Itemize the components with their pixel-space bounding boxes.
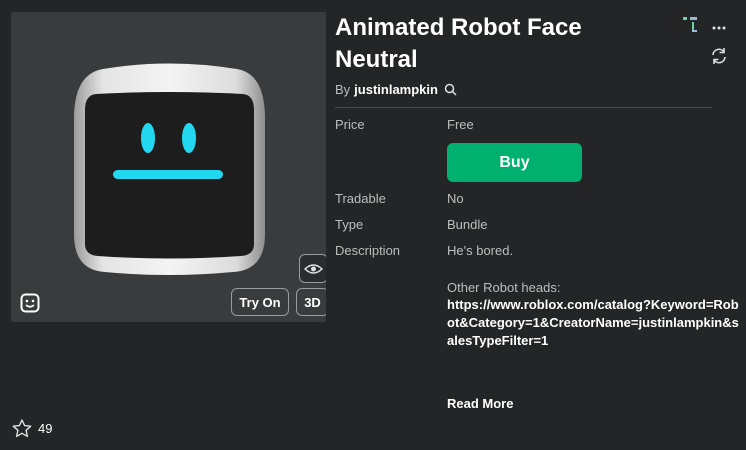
3d-view-button[interactable]: 3D [296, 288, 326, 316]
favorite-button[interactable]: 49 [12, 419, 52, 438]
favorite-count: 49 [38, 421, 53, 436]
type-label: Type [335, 217, 364, 232]
description-link[interactable]: https://www.roblox.com/catalog?Keyword=R… [447, 296, 742, 350]
tradable-value: No [447, 191, 464, 206]
item-title: Animated Robot Face Neutral [335, 14, 582, 73]
item-thumbnail: Try On 3D [11, 12, 326, 322]
by-prefix: By [335, 82, 351, 97]
price-value: Free [447, 117, 474, 132]
try-on-button[interactable]: Try On [231, 288, 289, 316]
description-text: He's bored. [447, 243, 514, 258]
divider [335, 107, 712, 108]
avatar-face-button[interactable] [19, 292, 41, 314]
buy-button[interactable]: Buy [447, 143, 582, 182]
avatar-face-icon [20, 293, 40, 313]
refresh-icon[interactable] [710, 47, 728, 65]
description-label: Description [335, 243, 401, 258]
robot-head-image [73, 63, 266, 275]
more-icon[interactable] [712, 26, 726, 30]
description-other-heads: Other Robot heads: [447, 280, 561, 295]
eye-icon [304, 263, 323, 274]
type-value: Bundle [447, 217, 488, 232]
tree-icon[interactable] [682, 16, 698, 34]
toggle-view-button[interactable] [299, 254, 326, 283]
tradable-label: Tradable [335, 191, 386, 206]
price-label: Price [335, 117, 365, 132]
search-icon[interactable] [444, 83, 457, 96]
read-more-link[interactable]: Read More [447, 396, 513, 411]
star-icon [12, 419, 32, 438]
creator-link[interactable]: justinlampkin [354, 82, 438, 97]
creator-byline: By justinlampkin [335, 82, 457, 97]
